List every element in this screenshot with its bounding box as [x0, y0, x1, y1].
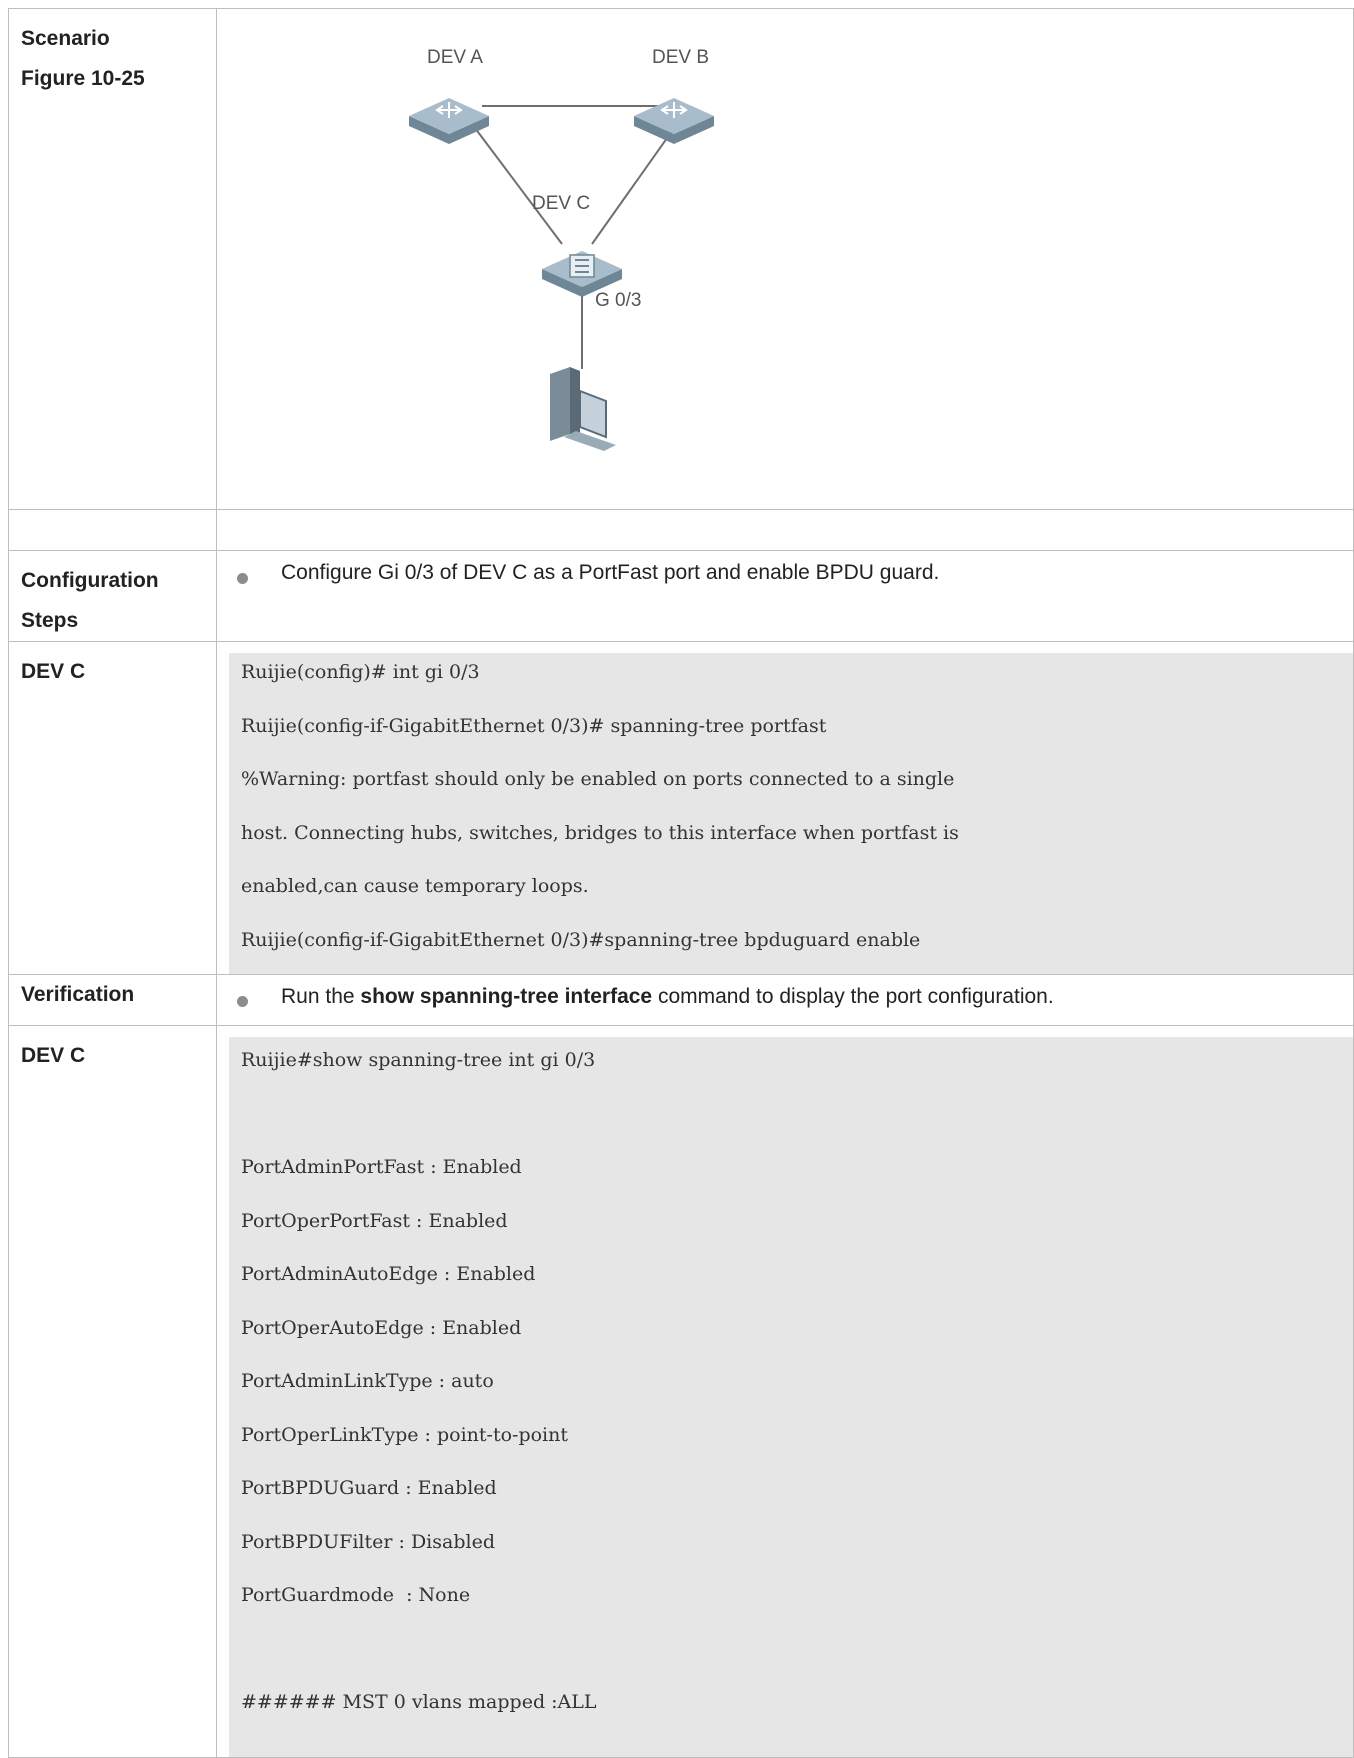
empty-row — [8, 509, 1354, 551]
code-line: PortAdminLinkType : auto — [241, 1370, 494, 1392]
code-line: PortOperLinkType : point-to-point — [241, 1423, 568, 1446]
link-b-c — [591, 123, 678, 245]
empty-content-cell — [216, 509, 1354, 551]
config-steps-label-line2: Steps — [21, 609, 79, 632]
config-bullet-text: Configure Gi 0/3 of DEV C as a PortFast … — [281, 561, 940, 584]
code-line: PortAdminPortFast : Enabled — [241, 1156, 522, 1178]
dev-c-label: DEV C — [532, 193, 590, 214]
verification-command: show spanning-tree interface — [360, 985, 653, 1008]
verification-suffix: command to display the port configuratio… — [652, 985, 1054, 1008]
scenario-label: Scenario Figure 10-25 — [8, 8, 217, 510]
code-line: PortGuardmode : None — [241, 1584, 471, 1606]
router-icon — [634, 98, 714, 144]
code-line: PortOperAutoEdge : Enabled — [241, 1316, 522, 1339]
verification-label: Verification — [8, 974, 217, 1026]
config-device-label: DEV C — [8, 641, 217, 975]
verify-device-row: DEV C Ruijie#show spanning-tree int gi 0… — [8, 1025, 1354, 1758]
code-line: PortBPDUGuard : Enabled — [241, 1477, 497, 1499]
scenario-row: Scenario Figure 10-25 DEV A DEV B DEV C … — [8, 8, 1354, 510]
verify-code-block: Ruijie#show spanning-tree int gi 0/3 Port… — [229, 1037, 1353, 1757]
empty-label-cell — [8, 509, 217, 551]
config-steps-row: Configuration Steps Configure Gi 0/3 of … — [8, 550, 1354, 642]
scenario-figure-cell: DEV A DEV B DEV C G 0/3 — [216, 8, 1354, 510]
scenario-label-text: Scenario — [21, 27, 110, 50]
code-line: host. Connecting hubs, switches, bridges… — [241, 821, 959, 844]
router-icon — [409, 98, 489, 144]
bullet-icon — [237, 996, 248, 1007]
figure-number: Figure 10-25 — [21, 67, 145, 90]
code-line: enabled,can cause temporary loops. — [241, 875, 589, 897]
document-table: Scenario Figure 10-25 DEV A DEV B DEV C … — [8, 8, 1354, 1758]
verification-content: Run the show spanning-tree interface com… — [216, 974, 1354, 1026]
verification-row: Verification Run the show spanning-tree … — [8, 974, 1354, 1026]
bullet-icon — [237, 573, 248, 584]
code-line: Ruijie#show spanning-tree int gi 0/3 — [241, 1049, 596, 1071]
dev-b-label: DEV B — [652, 47, 709, 68]
code-line: ###### MST 0 vlans mapped :ALL — [241, 1691, 597, 1713]
dev-a-label: DEV A — [427, 47, 483, 68]
verification-prefix: Run the — [281, 985, 361, 1008]
code-line: Ruijie(config)# int gi 0/3 — [241, 661, 480, 683]
config-device-row: DEV C Ruijie(config)# int gi 0/3 Ruijie(c… — [8, 641, 1354, 975]
code-line: PortOperPortFast : Enabled — [241, 1209, 508, 1232]
code-line: Ruijie(config-if-GigabitEthernet 0/3)# s… — [241, 714, 827, 737]
config-steps-content: Configure Gi 0/3 of DEV C as a PortFast … — [216, 550, 1354, 642]
verification-bullet-text: Run the show spanning-tree interface com… — [281, 985, 1054, 1009]
port-label: G 0/3 — [595, 290, 641, 311]
topology-diagram: DEV A DEV B DEV C G 0/3 — [409, 47, 714, 451]
config-steps-label: Configuration Steps — [8, 550, 217, 642]
config-bullet: Configure Gi 0/3 of DEV C as a PortFast … — [217, 551, 1353, 623]
network-topology-figure: DEV A DEV B DEV C G 0/3 — [217, 9, 1353, 509]
config-code-cell: Ruijie(config)# int gi 0/3 Ruijie(config-… — [216, 641, 1354, 975]
code-line: Ruijie(config-if-GigabitEthernet 0/3)#sp… — [241, 928, 921, 951]
code-line: PortBPDUFilter : Disabled — [241, 1530, 495, 1553]
config-steps-label-line1: Configuration — [21, 569, 159, 592]
verification-bullet: Run the show spanning-tree interface com… — [217, 975, 1353, 1025]
computer-icon — [550, 367, 616, 451]
link-a-c — [471, 123, 563, 245]
verify-device-label: DEV C — [8, 1025, 217, 1758]
config-code-block: Ruijie(config)# int gi 0/3 Ruijie(config-… — [229, 653, 1353, 974]
verify-code-cell: Ruijie#show spanning-tree int gi 0/3 Port… — [216, 1025, 1354, 1758]
code-line: PortAdminAutoEdge : Enabled — [241, 1263, 536, 1285]
code-line: %Warning: portfast should only be enable… — [241, 768, 955, 790]
